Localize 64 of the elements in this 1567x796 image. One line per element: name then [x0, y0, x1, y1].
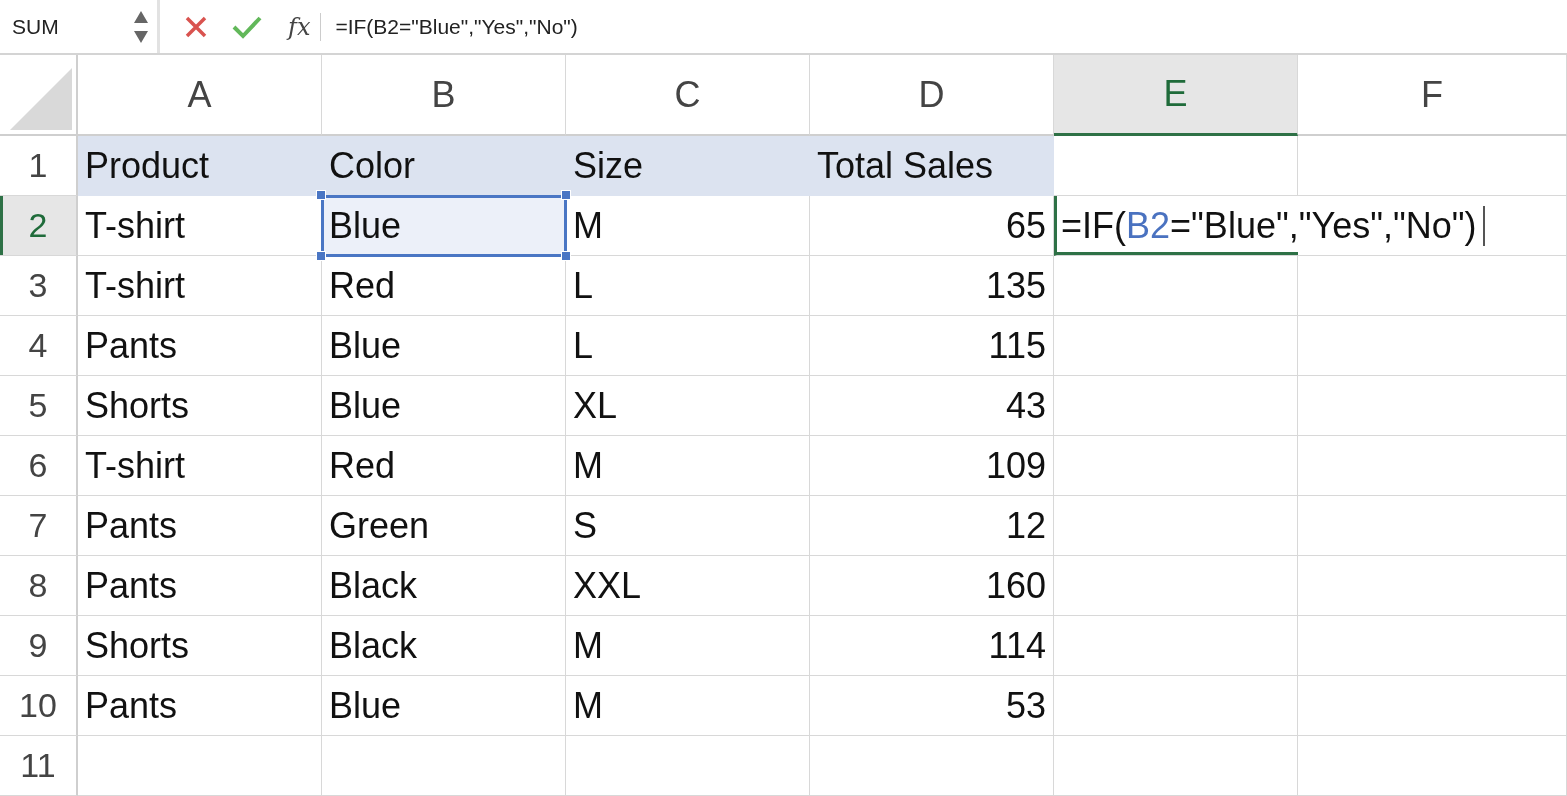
- row-header[interactable]: 8: [0, 556, 78, 616]
- table-cell: S: [566, 496, 810, 556]
- table-cell: T-shirt: [78, 256, 322, 316]
- table-cell: XL: [566, 376, 810, 436]
- resize-handle[interactable]: [316, 190, 326, 200]
- column-header[interactable]: C: [566, 55, 810, 136]
- table-cell: 109: [810, 436, 1054, 496]
- row-header[interactable]: 9: [0, 616, 78, 676]
- table-cell: Pants: [78, 316, 322, 376]
- formula-field[interactable]: =IF(B2="Blue","Yes","No"): [320, 12, 578, 41]
- cancel-icon[interactable]: [184, 14, 208, 39]
- table-cell: 114: [810, 616, 1054, 676]
- table-cell: T-shirt: [78, 436, 322, 496]
- column-header[interactable]: B: [322, 55, 566, 136]
- column-header[interactable]: F: [1298, 55, 1567, 136]
- table-cell: M: [566, 676, 810, 736]
- table-cell: Blue: [322, 676, 566, 736]
- row-header[interactable]: 2: [0, 196, 78, 256]
- table-cell: Blue: [322, 316, 566, 376]
- resize-handle[interactable]: [316, 251, 326, 261]
- table-cell: Black: [322, 616, 566, 676]
- table-cell: Pants: [78, 676, 322, 736]
- table-cell: Red: [322, 436, 566, 496]
- row-header[interactable]: 7: [0, 496, 78, 556]
- header-cell: Size: [566, 136, 810, 196]
- table-cell: 12: [810, 496, 1054, 556]
- table-cell: L: [566, 256, 810, 316]
- column-header[interactable]: E: [1054, 55, 1298, 136]
- table-cell: L: [566, 316, 810, 376]
- table-cell: Pants: [78, 556, 322, 616]
- cell-editor[interactable]: =IF(B2="Blue","Yes","No"): [1054, 196, 1567, 256]
- table-cell: Black: [322, 556, 566, 616]
- table-cell: 135: [810, 256, 1054, 316]
- table-cell: Shorts: [78, 376, 322, 436]
- header-cell: Product: [78, 136, 322, 196]
- resize-handle[interactable]: [561, 190, 571, 200]
- formula-text: =IF(B2="Blue","Yes","No"): [1061, 203, 1477, 248]
- table-cell: Pants: [78, 496, 322, 556]
- resize-handle[interactable]: [561, 251, 571, 261]
- table-cell: Blue: [322, 376, 566, 436]
- row-header[interactable]: 3: [0, 256, 78, 316]
- table-cell: M: [566, 196, 810, 256]
- header-cell: Color: [322, 136, 566, 196]
- row-header[interactable]: 4: [0, 316, 78, 376]
- table-cell: M: [566, 436, 810, 496]
- row-header[interactable]: 5: [0, 376, 78, 436]
- row-header[interactable]: 6: [0, 436, 78, 496]
- row-header[interactable]: 11: [0, 736, 78, 796]
- table-cell: 160: [810, 556, 1054, 616]
- confirm-icon[interactable]: [232, 14, 262, 39]
- column-header[interactable]: D: [810, 55, 1054, 136]
- table-cell: Red: [322, 256, 566, 316]
- table-cell: 115: [810, 316, 1054, 376]
- column-header[interactable]: A: [78, 55, 322, 136]
- table-cell: Green: [322, 496, 566, 556]
- table-cell: XXL: [566, 556, 810, 616]
- table-cell: Shorts: [78, 616, 322, 676]
- function-button[interactable]: fx: [278, 8, 321, 45]
- text-cursor: [1482, 205, 1485, 246]
- header-cell: Total Sales: [810, 136, 1054, 196]
- row-header[interactable]: 10: [0, 676, 78, 736]
- table-cell: 53: [810, 676, 1054, 736]
- table-cell: M: [566, 616, 810, 676]
- table-cell: 43: [810, 376, 1054, 436]
